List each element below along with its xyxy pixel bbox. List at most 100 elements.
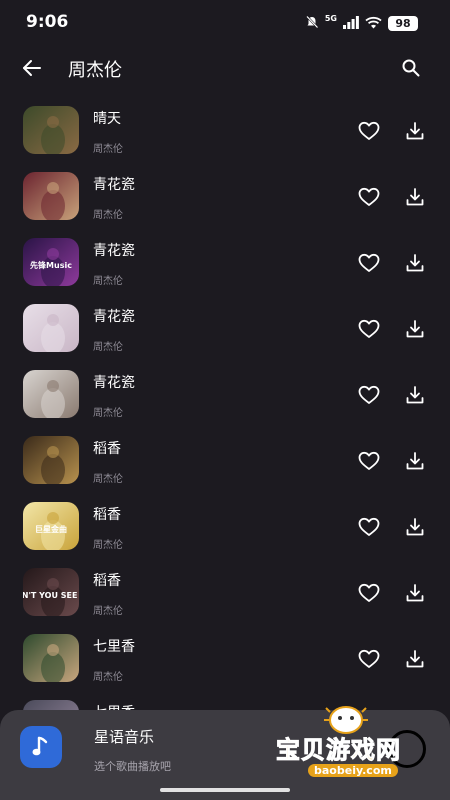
song-title: 青花瓷 (93, 177, 135, 193)
album-cover: 先锋Music (23, 238, 79, 286)
song-artist: 周杰伦 (93, 474, 123, 485)
download-icon (406, 584, 424, 602)
song-row[interactable]: DON'T YOU SEE ME 稻香周杰伦 (0, 560, 450, 626)
heart-icon (358, 253, 380, 272)
signal-icon (343, 14, 359, 33)
song-row[interactable]: 青花瓷 周杰伦 (0, 164, 450, 230)
heart-icon (358, 319, 380, 338)
like-button[interactable] (357, 251, 381, 275)
download-icon (406, 386, 424, 404)
heart-icon (358, 451, 380, 470)
play-button[interactable] (388, 730, 426, 768)
like-button[interactable] (357, 383, 381, 407)
music-note-icon (20, 726, 62, 768)
download-button[interactable] (403, 185, 427, 209)
song-row[interactable]: 青花瓷 周杰伦 (0, 362, 450, 428)
like-button[interactable] (357, 449, 381, 473)
app-screen: 9:06 5G 98 周杰伦 晴天 周杰伦 青花瓷 周杰伦 先锋Music 青花… (0, 0, 450, 800)
song-row[interactable]: 稻香 周杰伦 (0, 428, 450, 494)
song-title: 青花瓷 (93, 309, 135, 325)
album-cover (23, 304, 79, 352)
cover-label: 巨星金曲 (35, 524, 67, 534)
status-bar: 9:06 5G 98 (0, 0, 450, 44)
album-cover: 巨星金曲 (23, 502, 79, 550)
download-icon (406, 188, 424, 206)
status-icons: 5G 98 (305, 14, 418, 33)
song-artist: 周杰伦 (93, 408, 123, 419)
heart-icon (358, 583, 380, 602)
heart-icon (358, 385, 380, 404)
download-button[interactable] (403, 647, 427, 671)
song-artist: 周杰伦 (93, 606, 123, 617)
player-title: 星语音乐 (94, 728, 155, 746)
song-title: 稻香 (93, 441, 121, 457)
player-subtitle: 选个歌曲播放吧 (94, 760, 171, 773)
song-artist: 周杰伦 (93, 144, 123, 155)
download-icon (406, 254, 424, 272)
network-label: 5G (324, 14, 337, 23)
heart-icon (358, 517, 380, 536)
download-icon (406, 650, 424, 668)
search-icon (402, 59, 420, 77)
page-title: 周杰伦 (68, 60, 122, 81)
song-title: 青花瓷 (93, 375, 135, 391)
wifi-icon (365, 14, 382, 33)
mini-player[interactable]: 星语音乐 选个歌曲播放吧 (0, 710, 450, 800)
like-button[interactable] (357, 581, 381, 605)
status-time: 9:06 (26, 12, 69, 32)
song-row[interactable]: 巨星金曲 稻香周杰伦 (0, 494, 450, 560)
album-cover: DON'T YOU SEE ME (23, 568, 79, 616)
download-icon (406, 452, 424, 470)
download-button[interactable] (403, 317, 427, 341)
home-indicator[interactable] (160, 788, 290, 792)
album-cover (23, 436, 79, 484)
song-row[interactable]: 晴天 周杰伦 (0, 98, 450, 164)
cover-label: 先锋Music (30, 260, 72, 270)
song-row[interactable]: 先锋Music 青花瓷周杰伦 (0, 230, 450, 296)
song-row[interactable]: 青花瓷 周杰伦 (0, 296, 450, 362)
song-title: 稻香 (93, 507, 121, 523)
song-title: 晴天 (93, 111, 121, 127)
song-artist: 周杰伦 (93, 342, 123, 353)
download-icon (406, 518, 424, 536)
download-button[interactable] (403, 581, 427, 605)
heart-icon (358, 649, 380, 668)
mute-icon (305, 14, 319, 33)
download-button[interactable] (403, 383, 427, 407)
like-button[interactable] (357, 119, 381, 143)
song-row[interactable]: 七里香周杰伦 (0, 692, 450, 710)
album-cover (23, 172, 79, 220)
song-list: 晴天 周杰伦 青花瓷 周杰伦 先锋Music 青花瓷 周杰伦 青花瓷 周杰伦 青花瓷 周杰伦 稻香 周杰… (0, 98, 450, 710)
album-cover (23, 634, 79, 682)
song-artist: 周杰伦 (93, 276, 123, 287)
cover-label: DON'T YOU SEE ME (23, 591, 79, 600)
download-icon (406, 320, 424, 338)
battery-indicator: 98 (388, 16, 418, 31)
download-button[interactable] (403, 515, 427, 539)
search-button[interactable] (398, 55, 424, 81)
arrow-left-icon (23, 60, 41, 76)
like-button[interactable] (357, 647, 381, 671)
download-button[interactable] (403, 251, 427, 275)
like-button[interactable] (357, 185, 381, 209)
heart-icon (358, 121, 380, 140)
header: 周杰伦 (0, 44, 450, 92)
download-icon (406, 122, 424, 140)
download-button[interactable] (403, 119, 427, 143)
song-title: 七里香 (93, 702, 135, 710)
song-row[interactable]: 七里香周杰伦 (0, 626, 450, 692)
download-button[interactable] (403, 449, 427, 473)
album-cover (23, 370, 79, 418)
song-artist: 周杰伦 (93, 672, 123, 683)
back-button[interactable] (18, 54, 46, 82)
like-button[interactable] (357, 317, 381, 341)
song-artist: 周杰伦 (93, 540, 123, 551)
heart-icon (358, 187, 380, 206)
like-button[interactable] (357, 515, 381, 539)
song-title: 稻香 (93, 573, 121, 589)
album-cover (23, 700, 79, 710)
album-cover (23, 106, 79, 154)
song-artist: 周杰伦 (93, 210, 123, 221)
song-title: 青花瓷 (93, 243, 135, 259)
song-title: 七里香 (93, 639, 135, 655)
